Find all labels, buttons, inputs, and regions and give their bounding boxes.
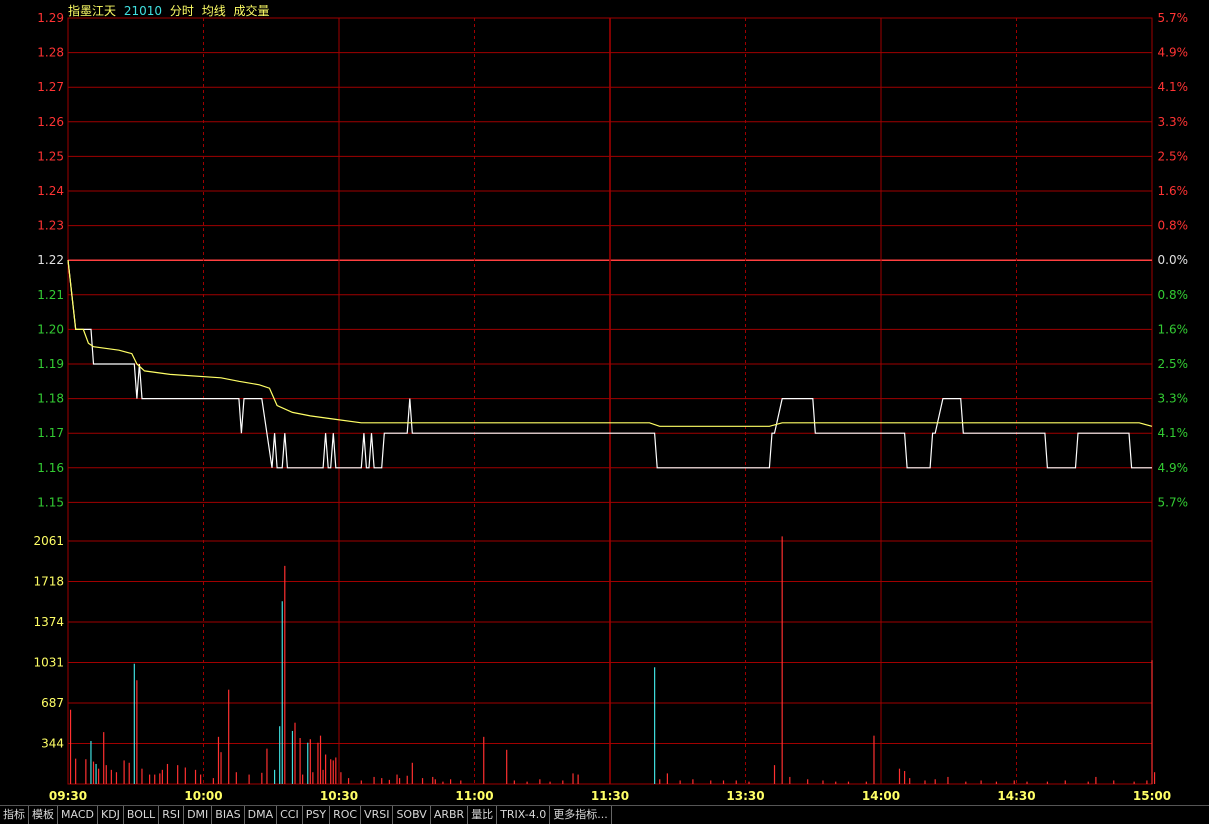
indicator-tab[interactable]: DMA	[245, 806, 278, 824]
indicator-tab[interactable]: PSY	[303, 806, 331, 824]
time-tick-label: 15:00	[1133, 789, 1171, 803]
stock-name: 指墨江天	[68, 4, 117, 18]
indicator-tab[interactable]: ARBR	[431, 806, 469, 824]
time-tick-label: 14:00	[862, 789, 900, 803]
indicator-tab[interactable]: BIAS	[212, 806, 245, 824]
price-tick-label: 1.21	[37, 288, 64, 302]
time-tick-label: 11:30	[591, 789, 629, 803]
indicator-tab[interactable]: MACD	[58, 806, 98, 824]
indicator-tab[interactable]: 模板	[29, 806, 58, 824]
legend-tab-volume[interactable]: 成交量	[234, 4, 270, 18]
percent-tick-label: 1.6%	[1158, 322, 1189, 336]
price-tick-label: 1.29	[37, 11, 64, 25]
stock-code: 21010	[123, 4, 163, 18]
percent-tick-label: 4.1%	[1158, 426, 1189, 440]
price-axis-ticks: 1.29 1.28 1.27 1.26 1.25 1.24 1.23 1.22 1.21 1.20…	[37, 11, 64, 509]
intraday-chart: 1.29 1.28 1.27 1.26 1.25 1.24 1.23 1.22 1.21 1.20…	[0, 0, 1209, 805]
time-tick-label: 09:30	[49, 789, 87, 803]
legend-tab-avg[interactable]: 均线	[202, 4, 226, 18]
time-tick-label: 13:30	[726, 789, 764, 803]
indicator-tab[interactable]: TRIX-4.0	[497, 806, 551, 824]
percent-tick-label: 2.5%	[1158, 149, 1189, 163]
percent-tick-label: 4.9%	[1158, 46, 1189, 60]
price-tick-label: 1.17	[37, 426, 64, 440]
volume-tick-label: 2061	[33, 534, 64, 548]
time-tick-label: 10:30	[320, 789, 358, 803]
time-tick-label: 14:30	[997, 789, 1035, 803]
indicator-tab[interactable]: 量比	[468, 806, 498, 824]
price-tick-label: 1.28	[37, 46, 64, 60]
indicator-tab[interactable]: 指标	[0, 806, 29, 824]
indicator-tab[interactable]: 更多指标...	[550, 806, 612, 824]
price-tick-label: 1.27	[37, 80, 64, 94]
price-tick-label: 1.16	[37, 461, 64, 475]
percent-axis-ticks: 5.7% 4.9% 4.1% 3.3% 2.5% 1.6% 0.8% 0.0% 0.8% 1.6%…	[1158, 11, 1189, 509]
price-tick-label: 1.19	[37, 357, 64, 371]
time-tick-label: 11:00	[455, 789, 493, 803]
percent-tick-label: 2.5%	[1158, 357, 1189, 371]
volume-tick-label: 687	[41, 696, 64, 710]
volume-tick-label: 1718	[33, 574, 64, 588]
indicator-tab[interactable]: CCI	[277, 806, 303, 824]
price-tick-label: 1.23	[37, 219, 64, 233]
percent-tick-label: 0.0%	[1158, 253, 1189, 267]
percent-tick-label: 1.6%	[1158, 184, 1189, 198]
time-tick-label: 10:00	[184, 789, 222, 803]
percent-tick-label: 0.8%	[1158, 288, 1189, 302]
price-tick-label: 1.25	[37, 149, 64, 163]
volume-tick-label: 1031	[33, 655, 64, 669]
percent-tick-label: 5.7%	[1158, 495, 1189, 509]
time-axis-ticks: 09:30 10:00 10:30 11:00 11:30 13:30 14:00 14:30…	[49, 789, 1171, 803]
chart-legend: 指墨江天 21010 分时 均线 成交量	[68, 2, 274, 19]
indicator-tab[interactable]: KDJ	[98, 806, 124, 824]
indicator-tab[interactable]: SOBV	[393, 806, 431, 824]
percent-tick-label: 3.3%	[1158, 115, 1189, 129]
price-tick-label: 1.22	[37, 253, 64, 267]
percent-tick-label: 4.1%	[1158, 80, 1189, 94]
price-tick-label: 1.20	[37, 322, 64, 336]
indicator-tab[interactable]: BOLL	[124, 806, 160, 824]
indicator-tab[interactable]: DMI	[184, 806, 213, 824]
indicator-tab-bar: 指标 模板 MACD KDJ BOLL RSI DMI BIAS DMA CCI PSY ROC VRS…	[0, 805, 1209, 824]
chart-background	[0, 0, 1209, 805]
percent-tick-label: 3.3%	[1158, 392, 1189, 406]
price-tick-label: 1.15	[37, 495, 64, 509]
percent-tick-label: 0.8%	[1158, 219, 1189, 233]
indicator-tab[interactable]: ROC	[330, 806, 362, 824]
price-tick-label: 1.26	[37, 115, 64, 129]
indicator-tab[interactable]: RSI	[159, 806, 185, 824]
price-tick-label: 1.24	[37, 184, 64, 198]
legend-tab-time[interactable]: 分时	[170, 4, 194, 18]
volume-tick-label: 344	[41, 736, 64, 750]
percent-tick-label: 4.9%	[1158, 461, 1189, 475]
price-tick-label: 1.18	[37, 392, 64, 406]
percent-tick-label: 5.7%	[1158, 11, 1189, 25]
volume-tick-label: 1374	[33, 615, 64, 629]
indicator-tab[interactable]: VRSI	[361, 806, 394, 824]
